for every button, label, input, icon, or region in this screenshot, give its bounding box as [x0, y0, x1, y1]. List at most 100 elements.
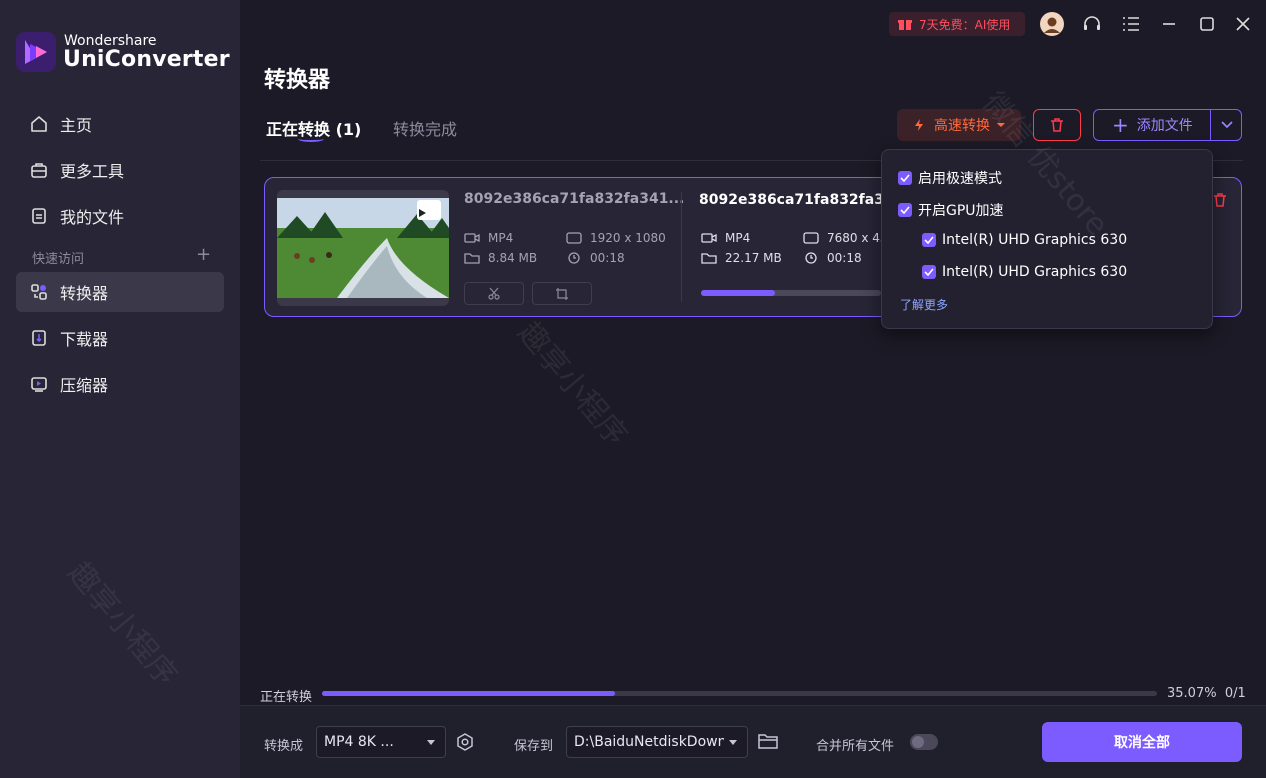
headset-icon[interactable] — [1080, 12, 1104, 36]
active-tab-indicator — [298, 136, 324, 142]
maximize-icon[interactable] — [1195, 12, 1219, 36]
target-format: MP4 — [701, 231, 750, 245]
sidebar-item-my-files[interactable]: 我的文件 — [16, 196, 224, 236]
sidebar-item-more-tools[interactable]: 更多工具 — [16, 150, 224, 190]
checkbox-gpu-acceleration[interactable]: 开启GPU加速 — [898, 200, 1004, 220]
sidebar: Wondershare UniConverter 主页 更多工具 我的文件 快速… — [0, 0, 240, 778]
remove-file-button[interactable] — [1213, 192, 1227, 212]
file-progress-fill — [701, 290, 775, 296]
fast-convert-button[interactable]: 高速转换 — [897, 109, 1021, 141]
folder-icon — [464, 252, 480, 264]
target-format-value: MP4 — [725, 231, 751, 245]
checkmark-icon — [898, 171, 912, 185]
target-size-value: 22.17 MB — [725, 251, 782, 265]
checkmark-icon — [922, 233, 936, 247]
sidebar-item-home[interactable]: 主页 — [16, 104, 224, 144]
delete-all-button[interactable] — [1033, 109, 1081, 141]
source-size-value: 8.84 MB — [488, 251, 538, 265]
page-title: 转换器 — [264, 68, 331, 93]
source-file-name: 8092e386ca71fa832fa341... — [464, 191, 685, 207]
checkbox-gpu-1[interactable]: Intel(R) UHD Graphics 630 — [922, 232, 1127, 248]
source-format: MP4 — [464, 231, 513, 245]
watermark: 趣享小程序 — [510, 315, 634, 453]
close-icon[interactable] — [1231, 12, 1255, 36]
divider — [1210, 110, 1211, 140]
promo-text: 7天免费：AI使用 — [919, 17, 1011, 32]
target-duration-value: 00:18 — [827, 251, 862, 265]
output-format-value: MP4 8K ... — [324, 734, 394, 750]
crop-icon — [556, 287, 568, 300]
sidebar-item-converter[interactable]: 转换器 — [16, 272, 224, 312]
convert-to-label: 转换成 — [264, 739, 304, 754]
option-label: Intel(R) UHD Graphics 630 — [942, 264, 1128, 280]
source-format-value: MP4 — [488, 231, 514, 245]
target-file-name: 8092e386ca71fa832fa341 — [699, 192, 904, 208]
home-icon — [30, 115, 48, 133]
menu-icon[interactable] — [1119, 12, 1143, 36]
card-divider — [681, 192, 682, 302]
save-path-value: D:\BaiduNetdiskDown — [574, 734, 724, 750]
save-path-select[interactable]: D:\BaiduNetdiskDown — [566, 726, 748, 758]
clock-icon — [566, 252, 582, 264]
checkmark-icon — [898, 203, 912, 217]
footer-bar: 转换成 MP4 8K ... 保存到 D:\BaiduNetdiskDown 合… — [240, 705, 1266, 778]
source-resolution-value: 1920 x 1080 — [590, 231, 666, 245]
quick-access-label: 快速访问 — [32, 252, 85, 267]
clock-icon — [803, 252, 819, 264]
toggle-knob — [912, 736, 924, 748]
crop-button[interactable] — [532, 282, 592, 305]
sidebar-item-label: 转换器 — [60, 284, 109, 303]
settings-icon[interactable] — [456, 733, 474, 755]
chevron-down-icon[interactable] — [1212, 110, 1242, 140]
add-quick-access-icon[interactable]: + — [196, 244, 211, 265]
option-label: 启用极速模式 — [918, 171, 1002, 187]
compressor-icon — [30, 375, 48, 393]
checkmark-icon — [922, 265, 936, 279]
output-format-select[interactable]: MP4 8K ... — [316, 726, 446, 758]
video-icon — [464, 232, 480, 244]
caret-down-icon — [729, 740, 737, 745]
gift-icon — [898, 20, 912, 30]
tab-finished[interactable]: 转换完成 — [393, 116, 457, 140]
merge-files-toggle[interactable] — [910, 734, 938, 750]
converting-status-label: 正在转换 — [260, 690, 313, 705]
fast-convert-label: 高速转换 — [934, 118, 990, 134]
target-duration: 00:18 — [803, 251, 862, 265]
folder-icon[interactable] — [758, 733, 778, 753]
option-label: 开启GPU加速 — [918, 203, 1004, 219]
checkbox-turbo-mode[interactable]: 启用极速模式 — [898, 168, 1002, 188]
sidebar-item-downloader[interactable]: 下载器 — [16, 318, 224, 358]
option-label: Intel(R) UHD Graphics 630 — [942, 232, 1128, 248]
downloader-icon — [30, 329, 48, 347]
promo-badge[interactable]: 7天免费：AI使用 — [889, 12, 1025, 36]
toolbox-icon — [30, 161, 48, 179]
save-to-label: 保存到 — [514, 739, 554, 754]
plus-icon: + — [1112, 113, 1129, 137]
minimize-icon[interactable] — [1157, 12, 1181, 36]
fast-convert-dropdown: 启用极速模式 开启GPU加速 Intel(R) UHD Graphics 630… — [881, 149, 1213, 329]
play-icon[interactable] — [417, 200, 441, 220]
merge-files-label: 合并所有文件 — [816, 739, 895, 754]
sidebar-item-label: 更多工具 — [60, 162, 125, 181]
sidebar-item-label: 下载器 — [60, 330, 109, 349]
resolution-icon — [566, 232, 582, 244]
learn-more-link[interactable]: 了解更多 — [900, 296, 948, 313]
trim-button[interactable] — [464, 282, 524, 305]
sidebar-item-compressor[interactable]: 压缩器 — [16, 364, 224, 404]
product-name: UniConverter — [63, 47, 230, 72]
sidebar-item-label: 我的文件 — [60, 208, 125, 227]
avatar-icon[interactable] — [1040, 12, 1064, 36]
target-size: 22.17 MB — [701, 251, 782, 265]
caret-down-icon — [427, 740, 435, 745]
trash-icon — [1214, 193, 1226, 207]
cancel-all-button[interactable]: 取消全部 — [1042, 722, 1242, 762]
file-count: 0/1 — [1224, 686, 1246, 701]
progress-percent: 35.07% 0/1 — [1167, 686, 1246, 701]
sidebar-item-label: 主页 — [60, 116, 93, 135]
video-thumbnail[interactable] — [277, 190, 449, 306]
checkbox-gpu-2[interactable]: Intel(R) UHD Graphics 630 — [922, 264, 1127, 280]
add-file-button[interactable]: + 添加文件 — [1093, 109, 1242, 141]
lightning-icon — [915, 119, 923, 131]
overall-progress-fill — [322, 691, 615, 696]
source-resolution: 1920 x 1080 — [566, 231, 666, 245]
